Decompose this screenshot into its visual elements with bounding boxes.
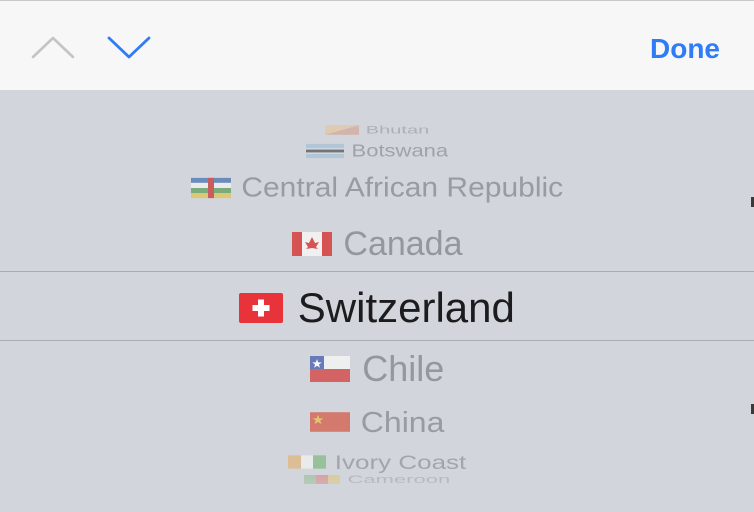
keyboard-accessory-toolbar: Done	[0, 0, 754, 90]
flag-bhutan-icon	[324, 125, 359, 135]
picker-row-china[interactable]: China	[0, 405, 754, 439]
picker-row-label: Botswana	[351, 140, 449, 161]
picker-row-bhutan[interactable]: Bhutan	[0, 124, 754, 136]
picker-row-ivory-coast[interactable]: Ivory Coast	[0, 450, 754, 473]
previous-field-button[interactable]	[28, 27, 78, 67]
picker-row-label: Bhutan	[365, 123, 430, 136]
picker-row-canada[interactable]: Canada	[0, 224, 754, 264]
flag-canada-icon	[291, 232, 332, 256]
picker-row-label: Canada	[343, 224, 463, 263]
chevron-up-icon	[31, 36, 75, 59]
picker-row-central-african-republic[interactable]: Central African Republic	[0, 171, 754, 204]
picker-row-cameroon[interactable]: Cameroon	[0, 473, 754, 486]
flag-central-african-republic-icon	[190, 177, 231, 199]
flag-botswana-icon	[305, 143, 344, 159]
picker-row-label: Cameroon	[347, 473, 451, 486]
picker-row-label: Switzerland	[297, 284, 515, 331]
picker-row-chile[interactable]: Chile	[0, 348, 754, 390]
picker-row-label: China	[360, 405, 445, 438]
picker-row-label: Ivory Coast	[334, 450, 467, 473]
next-field-button[interactable]	[104, 27, 154, 67]
selection-indicator-top	[0, 271, 754, 272]
country-picker-wheel[interactable]: Bhutan Botswana Central African Republic…	[0, 90, 754, 512]
done-button[interactable]: Done	[650, 31, 720, 67]
chevron-down-icon	[107, 36, 151, 59]
flag-china-icon	[309, 412, 350, 432]
picker-row-botswana[interactable]: Botswana	[0, 141, 754, 162]
selection-indicator-bottom	[0, 340, 754, 341]
flag-switzerland-icon	[239, 293, 284, 323]
flag-ivory-coast-icon	[287, 455, 326, 469]
picker-row-switzerland[interactable]: Switzerland	[0, 282, 754, 334]
flag-cameroon-icon	[303, 475, 340, 484]
flag-chile-icon	[309, 356, 350, 382]
picker-row-label: Chile	[362, 348, 445, 389]
picker-row-label: Central African Republic	[241, 172, 564, 203]
